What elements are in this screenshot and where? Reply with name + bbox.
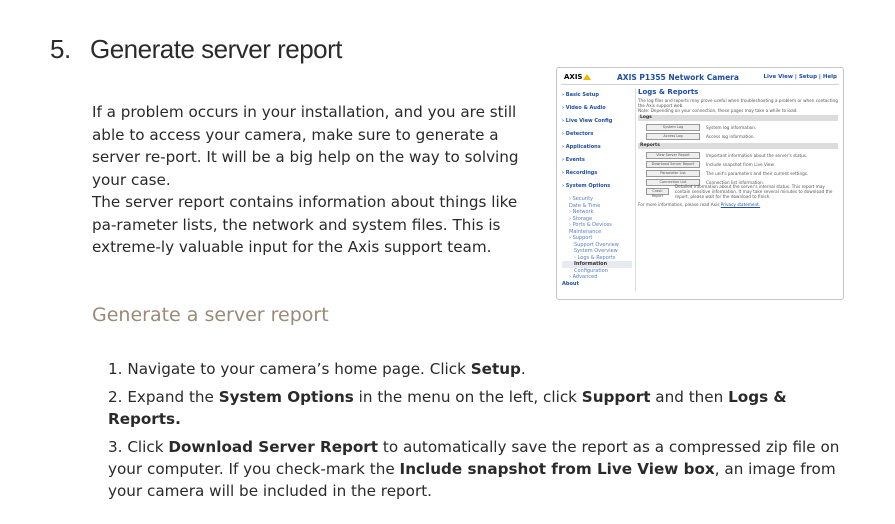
panel-row-text: The unit's parameters and their current …: [706, 171, 809, 176]
menu-item[interactable]: › Video & Audio: [562, 105, 632, 118]
panel-button[interactable]: View Server Report: [646, 152, 700, 159]
camera-screenshot: AXIS AXIS P1355 Network Camera Live View…: [556, 67, 844, 300]
panel-button[interactable]: Parameter List: [646, 170, 700, 177]
logo-triangle-icon: [583, 74, 592, 80]
panel-intro: The log files and reports may prove usef…: [638, 98, 838, 108]
step-text: .: [520, 360, 526, 378]
step-text: in the menu on the left, click: [353, 388, 582, 406]
step-text: and then: [650, 388, 729, 406]
menu-item[interactable]: › Detectors: [562, 131, 632, 144]
panel-button[interactable]: Download Server Report: [646, 161, 700, 168]
panel-button[interactable]: Crash Report: [646, 188, 669, 198]
panel-row-text: Access log information.: [706, 134, 755, 139]
panel-button[interactable]: Access Log: [646, 133, 700, 140]
step-text: Navigate to your camera’s home page. Cli…: [127, 360, 471, 378]
intro-paragraph: If a problem occurs in your installation…: [92, 103, 519, 189]
step-bold-text: Include snapshot from Live View box: [399, 460, 715, 478]
report-rows: View Server Report Important information …: [638, 151, 838, 199]
panel-row: Crash Report Detailed information about t…: [638, 184, 838, 199]
panel-row: View Server Report Important information …: [638, 151, 838, 160]
logs-rows: System Log System log information. Access …: [638, 123, 838, 141]
panel-row: Download Server Report Include snapshot f…: [638, 160, 838, 169]
panel-row-text: Include snapshot from Live View: [706, 162, 774, 167]
step-text: Expand the: [127, 388, 219, 406]
menu-item[interactable]: › Recordings: [562, 170, 632, 183]
step-bold-text: System Options: [218, 388, 354, 406]
reports-header: Reports: [638, 143, 838, 149]
step-number: 1.: [108, 360, 123, 378]
section-title: Generate server report: [90, 34, 343, 64]
step-item: 1. Navigate to your camera’s home page. …: [108, 358, 853, 380]
panel-row: Parameter List The unit's parameters and …: [638, 169, 838, 178]
panel-row-text: Detailed information about the server's …: [674, 184, 833, 199]
step-text: Click: [127, 438, 169, 456]
step-bold-text: Support: [581, 388, 651, 406]
panel-title: Logs & Reports: [638, 88, 699, 96]
step-bold-text: Download Server Report: [168, 438, 379, 456]
section-number: 5.: [50, 34, 71, 64]
menu-item[interactable]: › Basic Setup: [562, 92, 632, 105]
menu-item[interactable]: › System Options: [562, 183, 632, 196]
divider: [561, 84, 839, 85]
setup-menu: › Basic Setup › Video & Audio › Live View …: [562, 92, 632, 294]
divider: [635, 88, 636, 291]
menu-item[interactable]: About: [562, 281, 632, 294]
footer-note: For more information, please read Axis P…: [638, 202, 838, 207]
step-number: 3.: [108, 438, 123, 456]
logs-header: Logs: [638, 115, 838, 121]
privacy-link[interactable]: Privacy statement.: [721, 202, 760, 207]
logs-reports-panel: Logs & Reports The log files and reports…: [638, 88, 838, 207]
details-paragraph: The server report contains information a…: [92, 193, 518, 256]
logo-text: AXIS: [564, 73, 583, 81]
panel-note: Note: Depending on your connection, thes…: [638, 108, 798, 113]
step-number: 2.: [108, 388, 123, 406]
step-item: 2. Expand the System Options in the menu…: [108, 386, 853, 430]
panel-row-text: Important information about the server's…: [706, 153, 808, 158]
panel-button[interactable]: System Log: [646, 124, 700, 131]
section-heading: 5. Generate server report: [50, 34, 343, 65]
footer-text: For more information, please read Axis: [638, 202, 720, 207]
steps-list: 1. Navigate to your camera’s home page. …: [108, 358, 853, 508]
panel-row: System Log System log information.: [638, 123, 838, 132]
panel-row-text: System log information.: [706, 125, 757, 130]
step-bold-text: Setup: [470, 360, 521, 378]
subheading: Generate a server report: [92, 304, 329, 326]
axis-logo: AXIS: [564, 73, 592, 81]
menu-item[interactable]: › Applications: [562, 144, 632, 157]
top-links[interactable]: Live View | Setup | Help: [764, 74, 837, 80]
menu-item[interactable]: › Events: [562, 157, 632, 170]
camera-title: AXIS P1355 Network Camera: [617, 73, 739, 82]
panel-row: Access Log Access log information.: [638, 132, 838, 141]
step-item: 3. Click Download Server Report to autom…: [108, 436, 853, 502]
menu-item[interactable]: › Live View Config: [562, 118, 632, 131]
